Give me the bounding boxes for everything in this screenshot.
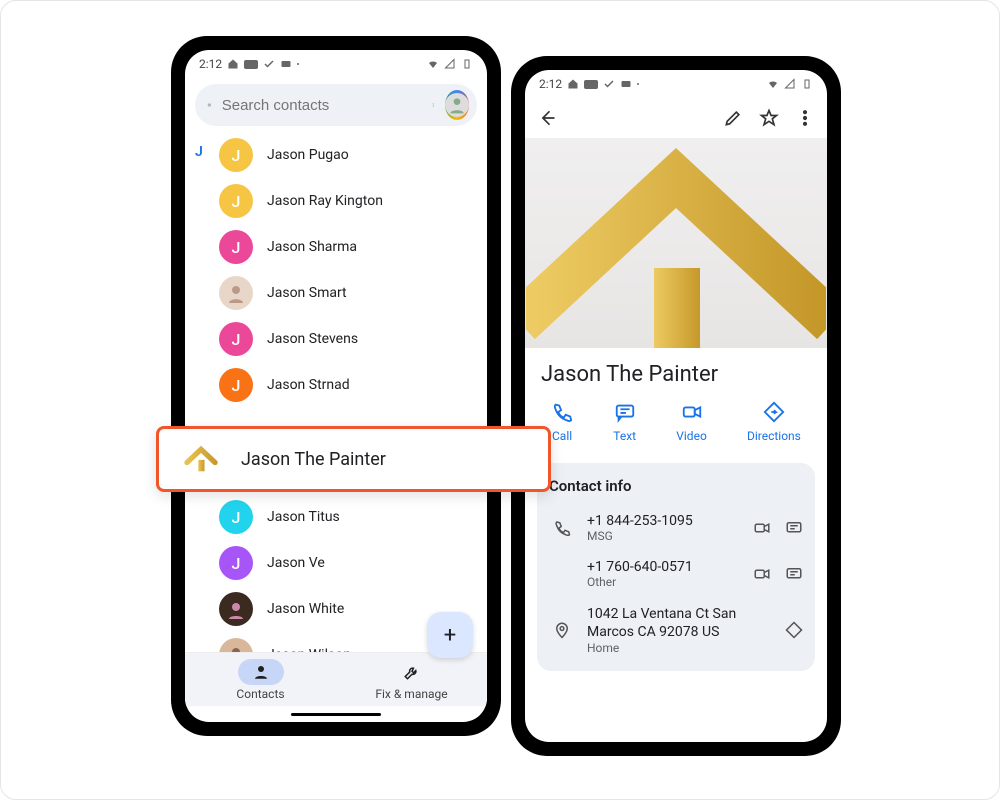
list-item[interactable]: J Jason Stevens — [219, 316, 487, 362]
list-item[interactable]: J Jason Titus — [219, 494, 487, 540]
account-avatar[interactable] — [445, 90, 469, 120]
list-item[interactable]: Jason Smart — [219, 270, 487, 316]
back-icon[interactable] — [537, 108, 557, 128]
wifi-icon — [767, 78, 779, 90]
check-icon — [603, 78, 615, 90]
status-time: 2:12 — [539, 77, 562, 91]
signal-icon — [784, 78, 796, 90]
highlighted-contact-name: Jason The Painter — [241, 449, 386, 470]
phone-icon — [553, 519, 571, 537]
list-item[interactable]: J Jason Strnad — [219, 362, 487, 408]
edit-icon[interactable] — [723, 108, 743, 128]
more-icon[interactable] — [431, 96, 435, 114]
search-input[interactable] — [222, 97, 421, 114]
status-time: 2:12 — [199, 57, 222, 71]
gesture-bar — [185, 706, 487, 722]
address-row[interactable]: 1042 La Ventana Ct San Marcos CA 92078 U… — [549, 597, 803, 663]
phone-contacts-list: 2:12 — [171, 36, 501, 736]
highlighted-contact-row[interactable]: Jason The Painter — [156, 426, 551, 492]
section-letter: J — [195, 144, 203, 160]
phone-row[interactable]: +1 844-253-1095 MSG — [549, 505, 803, 551]
detail-header — [525, 98, 827, 138]
video-icon[interactable] — [753, 565, 771, 583]
call-button[interactable]: Call — [551, 401, 573, 443]
phone-icon — [551, 401, 573, 423]
contact-title: Jason The Painter — [525, 348, 827, 395]
search-bar[interactable] — [195, 84, 477, 126]
wifi-icon — [427, 58, 439, 70]
pin-icon — [553, 621, 571, 639]
video-button[interactable]: Video — [676, 401, 707, 443]
card-icon — [280, 58, 292, 70]
house-logo-icon — [179, 437, 223, 481]
message-icon[interactable] — [785, 565, 803, 583]
status-bar: 2:12 — [525, 70, 827, 98]
directions-icon — [763, 401, 785, 423]
contact-hero-image — [525, 138, 827, 348]
tab-fix-manage[interactable]: Fix & manage — [336, 653, 487, 706]
message-icon — [614, 401, 636, 423]
list-item[interactable]: J Jason Ray Kington — [219, 178, 487, 224]
status-chip-icon — [244, 60, 258, 69]
status-bar: 2:12 — [185, 50, 487, 78]
phone-row[interactable]: +1 760-640-0571 Other — [549, 551, 803, 597]
text-button[interactable]: Text — [613, 401, 636, 443]
info-heading: Contact info — [549, 477, 803, 495]
video-icon[interactable] — [753, 519, 771, 537]
star-icon[interactable] — [759, 108, 779, 128]
signal-icon — [444, 58, 456, 70]
tab-contacts[interactable]: Contacts — [185, 653, 336, 706]
battery-icon — [801, 78, 813, 90]
list-item[interactable]: J Jason Ve — [219, 540, 487, 586]
contact-info-card: Contact info +1 844-253-1095 MSG — [537, 463, 815, 671]
phone-contact-detail: 2:12 — [511, 56, 841, 756]
list-item[interactable]: J Jason Sharma — [219, 224, 487, 270]
home-icon — [567, 78, 579, 90]
directions-button[interactable]: Directions — [747, 401, 801, 443]
list-item[interactable]: J Jason Pugao — [219, 132, 487, 178]
home-icon — [227, 58, 239, 70]
bottom-nav: Contacts Fix & manage — [185, 652, 487, 706]
card-icon — [620, 78, 632, 90]
message-icon[interactable] — [785, 519, 803, 537]
status-chip-icon — [584, 80, 598, 89]
contacts-list: J J Jason Pugao J Jason Ray Kington J Ja… — [185, 132, 487, 652]
wrench-icon — [403, 663, 421, 681]
person-icon — [252, 663, 270, 681]
check-icon — [263, 58, 275, 70]
status-dot-icon — [637, 83, 639, 85]
add-contact-button[interactable]: + — [427, 612, 473, 658]
video-icon — [681, 401, 703, 423]
battery-icon — [461, 58, 473, 70]
directions-icon[interactable] — [785, 621, 803, 639]
more-icon[interactable] — [795, 108, 815, 128]
hamburger-icon[interactable] — [207, 95, 212, 115]
status-dot-icon — [297, 63, 299, 65]
action-row: Call Text Video Directions — [525, 395, 827, 455]
